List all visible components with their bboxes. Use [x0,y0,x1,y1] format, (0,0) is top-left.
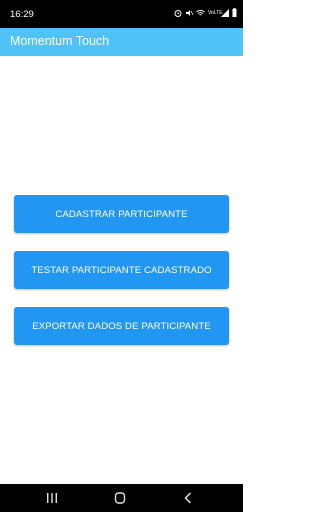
back-icon[interactable] [178,490,198,506]
mute-icon [185,9,194,19]
status-icons: VoLTE [174,8,237,19]
navigation-bar [0,484,243,512]
status-time: 16:29 [10,9,34,20]
signal-icon [221,8,229,19]
main-content: CADASTRAR PARTICIPANTE TESTAR PARTICIPAN… [0,56,243,484]
battery-icon [232,8,237,19]
export-participant-data-button[interactable]: EXPORTAR DADOS DE PARTICIPANTE [14,307,229,345]
status-bar: 16:29 VoLTE [0,0,243,28]
alarm-icon [174,9,182,19]
wifi-icon [196,9,205,19]
register-participant-button[interactable]: CADASTRAR PARTICIPANTE [14,195,229,233]
app-title: Momentum Touch [10,34,110,48]
home-icon[interactable] [110,490,130,506]
app-bar: Momentum Touch [0,28,243,56]
test-participant-button[interactable]: TESTAR PARTICIPANTE CADASTRADO [14,251,229,289]
recents-icon[interactable] [42,490,62,506]
lte-icon: VoLTE [208,10,223,16]
